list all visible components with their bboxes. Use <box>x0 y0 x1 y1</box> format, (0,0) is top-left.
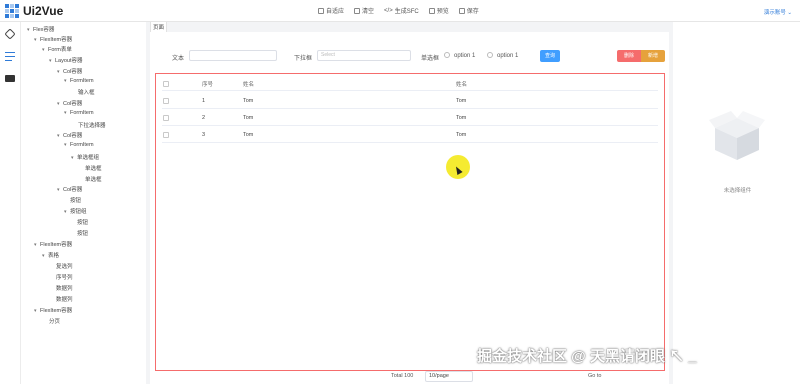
select-label: 下拉框 <box>294 56 313 62</box>
tree-node[interactable]: ▾ FlexItem容器 <box>34 306 72 314</box>
table-divider <box>162 125 658 126</box>
add-button[interactable]: 新增 <box>641 50 665 62</box>
row-checkbox[interactable] <box>163 132 169 138</box>
search-form: 文本 下拉框 Select 单选框 option 1 option 1 查询 删… <box>150 46 669 64</box>
logo-icon <box>5 3 19 18</box>
user-menu[interactable]: 演示账号 ⌄ <box>764 8 792 16</box>
generate-sfc-button[interactable]: </> 生成SFC <box>384 6 419 16</box>
page-size-select[interactable]: 10/page <box>425 371 473 382</box>
tree-node[interactable]: 按钮 <box>77 218 88 226</box>
table-divider <box>162 90 658 91</box>
properties-panel: 未选择组件 <box>675 22 800 384</box>
table-cell: Tom <box>243 115 254 121</box>
folder-icon[interactable] <box>5 75 15 82</box>
tree-node[interactable]: ▾ FormItem <box>64 110 94 116</box>
tree-node[interactable]: 数据列 <box>56 284 73 292</box>
row-checkbox[interactable] <box>163 98 169 104</box>
delete-button[interactable]: 删除 <box>617 50 641 62</box>
tree-node[interactable]: 输入框 <box>78 88 95 96</box>
component-tree: ▾ Flex容器 ▾ FlexItem容器 ▾ Form表单 ▾ Layout容器 ▾ C… <box>22 22 144 362</box>
column-header: 姓名 <box>243 82 255 88</box>
tree-node[interactable]: ▾ Col容器 <box>57 185 82 193</box>
page-frame[interactable]: 文本 下拉框 Select 单选框 option 1 option 1 查询 删… <box>150 32 669 384</box>
components-icon[interactable] <box>4 28 16 40</box>
table-cell: Tom <box>456 115 467 121</box>
radio-label: 单选框 <box>421 56 440 62</box>
pagination-goto[interactable]: Go to <box>588 373 601 379</box>
table-cell: Tom <box>243 98 254 104</box>
tree-node[interactable]: ▾ Col容器 <box>57 67 82 75</box>
code-icon: </> <box>384 7 393 14</box>
table-divider <box>162 142 658 143</box>
tree-node[interactable]: 按钮 <box>70 196 81 204</box>
tree-node[interactable]: 单选框 <box>85 164 102 172</box>
pagination-total: Total 100 <box>391 373 414 379</box>
app-title: Ui2Vue <box>23 3 64 18</box>
tree-node[interactable]: 序号列 <box>56 273 73 281</box>
tree-node[interactable]: ▾ Flex容器 <box>27 25 54 33</box>
tree-node[interactable]: ▾ FlexItem容器 <box>34 240 72 248</box>
tree-node[interactable]: ▾ FormItem <box>64 78 94 84</box>
design-canvas: 页面 文本 下拉框 Select 单选框 option 1 option 1 查… <box>146 22 673 384</box>
tree-node[interactable]: 下拉选择器 <box>78 121 106 129</box>
table-divider <box>162 108 658 109</box>
empty-box-icon <box>709 111 765 160</box>
tree-node[interactable]: 复选列 <box>56 262 73 270</box>
radio-option-1[interactable] <box>444 52 450 58</box>
left-rail <box>0 22 21 384</box>
tree-node[interactable]: ▾ Col容器 <box>57 131 82 139</box>
save-icon <box>458 7 465 14</box>
text-label: 文本 <box>172 56 185 62</box>
radio-option-2-label: option 1 <box>497 53 519 59</box>
select-all-checkbox[interactable] <box>163 81 169 87</box>
top-bar: Ui2Vue 自适应 清空 </> 生成SFC 预览 保存 演示账号 ⌄ <box>0 0 800 22</box>
tree-node[interactable]: ▾ Col容器 <box>57 99 82 107</box>
empty-text: 未选择组件 <box>723 188 752 194</box>
query-button[interactable]: 查询 <box>540 50 560 62</box>
table-cell: Tom <box>456 132 467 138</box>
table-cell: Tom <box>243 132 254 138</box>
tree-node[interactable]: 数据列 <box>56 295 73 303</box>
tree-node[interactable]: ▾ 表格 <box>42 251 59 259</box>
column-header: 序号 <box>202 82 214 88</box>
tree-node[interactable]: 单选框 <box>85 175 102 183</box>
tree-node[interactable]: 分页 <box>49 317 60 325</box>
adaptive-button[interactable]: 自适应 <box>318 6 344 15</box>
tree-node[interactable]: 按钮 <box>77 229 88 237</box>
text-input[interactable] <box>189 50 277 61</box>
preview-button[interactable]: 预览 <box>428 6 449 15</box>
radio-option-1-label: option 1 <box>454 53 476 59</box>
tree-node[interactable]: ▾ Layout容器 <box>49 56 83 64</box>
toolbar: 自适应 清空 </> 生成SFC 预览 保存 <box>318 6 479 15</box>
tree-node[interactable]: ▾ Form表单 <box>42 45 72 53</box>
tree-node[interactable]: ▾ FlexItem容器 <box>34 35 72 43</box>
data-table: 序号 姓名 姓名 1 Tom Tom 2 Tom Tom 3 Tom Tom <box>155 73 665 371</box>
trash-icon <box>354 7 361 14</box>
table-cell: Tom <box>456 98 467 104</box>
table-cell: 2 <box>202 115 206 121</box>
save-button[interactable]: 保存 <box>458 6 479 15</box>
radio-option-2[interactable] <box>487 52 493 58</box>
tree-node[interactable]: ▾ FormItem <box>64 142 94 148</box>
tree-node[interactable]: ▾ 单选框组 <box>71 153 99 161</box>
outline-icon[interactable] <box>5 52 15 61</box>
preview-icon <box>428 7 435 14</box>
table-cell: 1 <box>202 98 206 104</box>
tree-node[interactable]: ▾ 按钮组 <box>64 207 87 215</box>
adaptive-icon <box>318 7 324 14</box>
app-logo: Ui2Vue <box>5 3 64 18</box>
clear-button[interactable]: 清空 <box>354 6 374 15</box>
select-input[interactable]: Select <box>317 50 411 61</box>
row-checkbox[interactable] <box>163 115 169 121</box>
column-header: 姓名 <box>456 82 468 88</box>
watermark: 掘金技术社区 @ 天黑请闭眼 ↖ _ <box>477 348 697 365</box>
table-cell: 3 <box>202 132 206 138</box>
